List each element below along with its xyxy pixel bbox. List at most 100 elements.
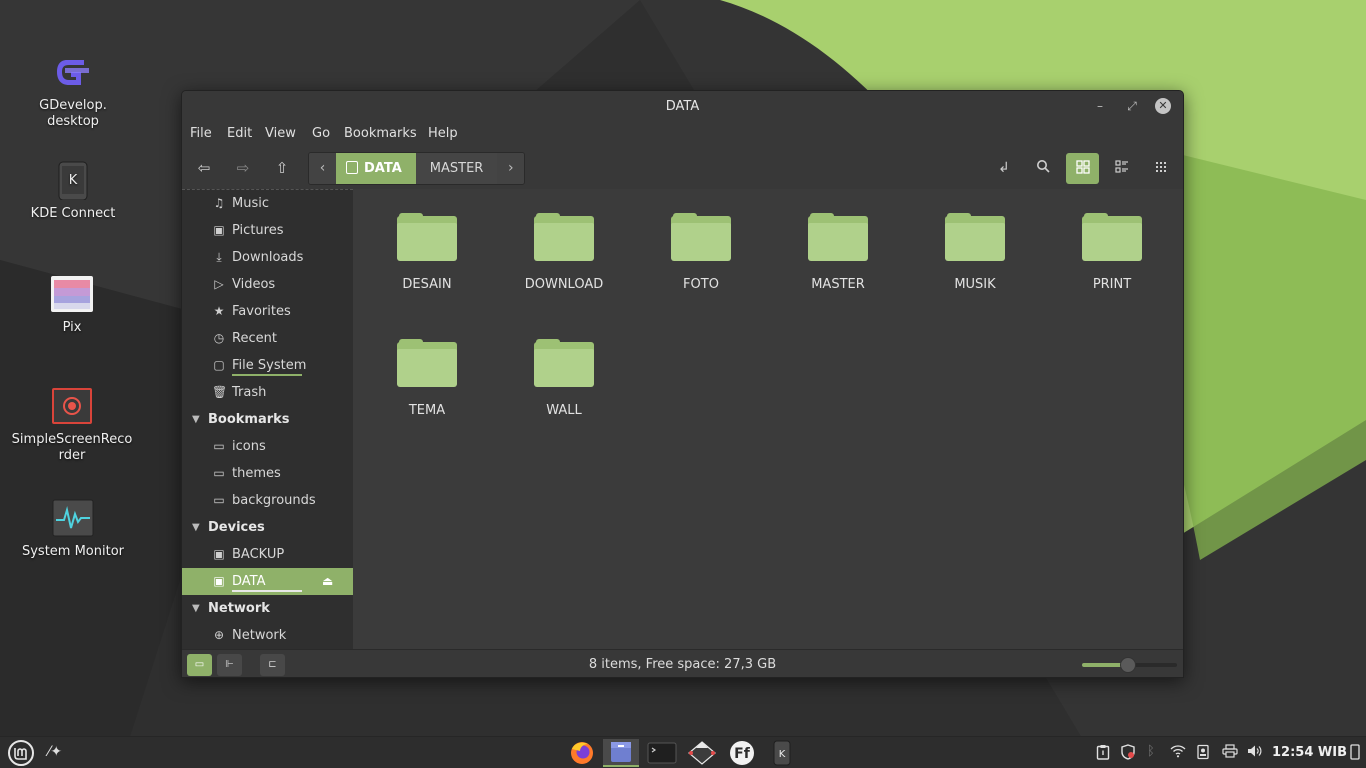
clock[interactable]: 12:54 WIB [1272,745,1347,760]
sidebar-item-recent[interactable]: ◷ Recent [182,325,353,352]
path-segment-master[interactable]: MASTER [416,153,498,184]
folder-item[interactable]: WALL [504,339,624,418]
folder-icon [397,339,457,389]
sidebar-item-network[interactable]: ⊕ Network [182,622,353,649]
desktop-icon-kde-connect[interactable]: K KDE Connect [10,160,136,222]
sidebar-section-devices[interactable]: ▼ Devices [182,514,353,541]
kde-connect-task-icon[interactable]: K [764,739,800,767]
clipboard-icon[interactable] [1096,744,1110,764]
bluetooth-icon[interactable]: ᛒ [1147,744,1155,759]
kde-connect-icon: K [51,160,95,201]
menu-edit[interactable]: Edit [227,126,252,141]
up-arrow-icon[interactable]: ⇧ [273,159,291,177]
close-button[interactable]: ✕ [1155,98,1171,114]
zoom-slider[interactable] [1082,657,1177,673]
folder-icon: ▭ [213,466,225,480]
folder-item[interactable]: DESAIN [367,213,487,292]
desktop-icon-label: System Monitor [21,544,125,559]
download-icon: ⤓ [216,250,222,264]
mint-menu-icon[interactable] [7,740,35,768]
forward-arrow-icon[interactable]: ⇨ [234,159,252,177]
list-icon [1114,160,1128,173]
sidebar-item-favorites[interactable]: ★ Favorites [182,298,353,325]
gdevelop-icon [51,52,95,92]
svg-text:K: K [779,749,786,760]
sidebar-item-downloads[interactable]: ⤓ Downloads [182,244,353,271]
zoom-slider-handle[interactable] [1119,657,1136,673]
window-title: DATA [665,99,700,114]
folder-icon [945,213,1005,263]
volume-icon[interactable] [1247,744,1263,762]
sidebar-item-icons[interactable]: ▭ icons [182,433,353,460]
drive-icon: ▣ [213,547,225,561]
status-text: 8 items, Free space: 27,3 GB [588,657,777,672]
folder-icon [397,213,457,263]
folder-item[interactable]: TEMA [367,339,487,418]
folder-item[interactable]: MASTER [778,213,898,292]
picture-icon: ▣ [213,223,225,237]
sidebar-section-network[interactable]: ▼ Network [182,595,353,622]
font-manager-icon[interactable]: Ff [724,739,760,767]
desktop-icon-pix[interactable]: Pix [9,274,135,336]
sidebar-item-music[interactable]: ♫ Music [182,190,353,217]
menu-file[interactable]: File [190,126,212,141]
list-view-button[interactable] [1105,153,1138,184]
file-manager-window[interactable]: DATA – ⤢ ✕ File Edit View Go Bookmarks H… [181,90,1184,678]
sidebar-item-trash[interactable]: 🗑 Trash [182,379,353,406]
minimize-button[interactable]: – [1092,98,1108,114]
title-bar[interactable]: DATA – ⤢ ✕ [182,91,1183,121]
menu-help[interactable]: Help [428,126,458,141]
terminal-icon[interactable] [644,739,680,767]
compact-view-button[interactable] [1144,153,1177,184]
chevron-down-icon: ▼ [192,603,200,614]
folder-icon [534,339,594,389]
sidebar-item-backup[interactable]: ▣ BACKUP [182,541,353,568]
path-bar: ‹ DATA MASTER › [308,152,526,185]
sidebar-section-bookmarks[interactable]: ▼ Bookmarks [182,406,353,433]
chevron-down-icon: ▼ [192,522,200,533]
desktop-icon-system-monitor[interactable]: System Monitor [10,498,136,560]
folder-item[interactable]: PRINT [1052,213,1172,292]
grid-icon [1075,160,1090,174]
file-view[interactable]: DESAIN DOWNLOAD FOTO MASTER MUSIK PRINT … [353,189,1183,649]
sidebar-item-videos[interactable]: ▷ Videos [182,271,353,298]
desktop-icon-label: KDE Connect [30,206,116,221]
firefox-icon[interactable] [564,739,600,767]
sidebar-item-backgrounds[interactable]: ▭ backgrounds [182,487,353,514]
show-desktop-icon[interactable] [1350,744,1360,764]
usage-bar [232,590,302,592]
menu-view[interactable]: View [265,126,296,141]
screen-recorder-icon [50,386,94,426]
eject-icon[interactable]: ⏏ [322,568,333,595]
user-applet-icon[interactable] [1197,744,1209,764]
menu-bookmarks[interactable]: Bookmarks [344,126,417,141]
search-icon[interactable] [1034,159,1052,177]
inkscape-icon[interactable] [684,739,720,767]
svg-text:Ff: Ff [734,746,751,762]
taskbar: ⁄✦ Ff K ᛒ 12:54 WIB [0,736,1366,768]
maximize-button[interactable]: ⤢ [1124,98,1140,114]
file-manager-task-icon[interactable] [603,739,639,767]
desktop-icon-simplescreenrecorder[interactable]: SimpleScreenReco rder [9,386,135,464]
folder-item[interactable]: MUSIK [915,213,1035,292]
location-toggle-icon[interactable]: ↲ [995,159,1013,177]
wifi-icon[interactable] [1170,744,1186,762]
status-bar: ▭ ⊩ ⊏ 8 items, Free space: 27,3 GB [182,649,1183,677]
menu-bar: File Edit View Go Bookmarks Help [182,121,1183,147]
printer-icon[interactable] [1222,744,1238,762]
back-arrow-icon[interactable]: ⇦ [195,159,213,177]
desktop-icon-label: SimpleScreenReco rder [11,432,133,463]
path-right-chevron-icon[interactable]: › [497,153,525,184]
path-segment-data[interactable]: DATA [336,153,416,184]
path-left-chevron-icon[interactable]: ‹ [309,153,336,184]
folder-icon: ▭ [213,439,225,453]
sidebar-item-pictures[interactable]: ▣ Pictures [182,217,353,244]
folder-item[interactable]: DOWNLOAD [504,213,624,292]
magic-wand-icon[interactable]: ⁄✦ [48,744,62,760]
shield-icon[interactable] [1120,744,1136,764]
menu-go[interactable]: Go [312,126,330,141]
sidebar-item-themes[interactable]: ▭ themes [182,460,353,487]
icon-view-button[interactable] [1066,153,1099,184]
desktop-icon-gdevelop[interactable]: GDevelop. desktop [10,52,136,130]
folder-item[interactable]: FOTO [641,213,761,292]
